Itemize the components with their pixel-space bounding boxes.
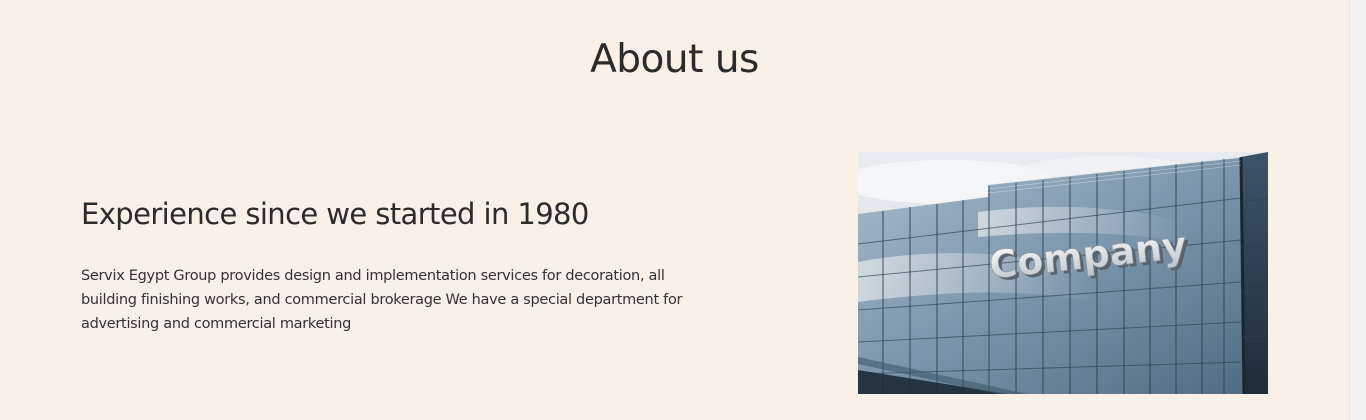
- about-heading: Experience since we started in 1980: [81, 197, 589, 231]
- section-title: About us: [590, 37, 759, 82]
- about-section: About us Experience since we started in …: [0, 0, 1349, 420]
- vertical-scrollbar[interactable]: [1349, 0, 1366, 420]
- company-building-image: Company Company: [858, 152, 1268, 394]
- about-description: Servix Egypt Group provides design and i…: [81, 268, 683, 332]
